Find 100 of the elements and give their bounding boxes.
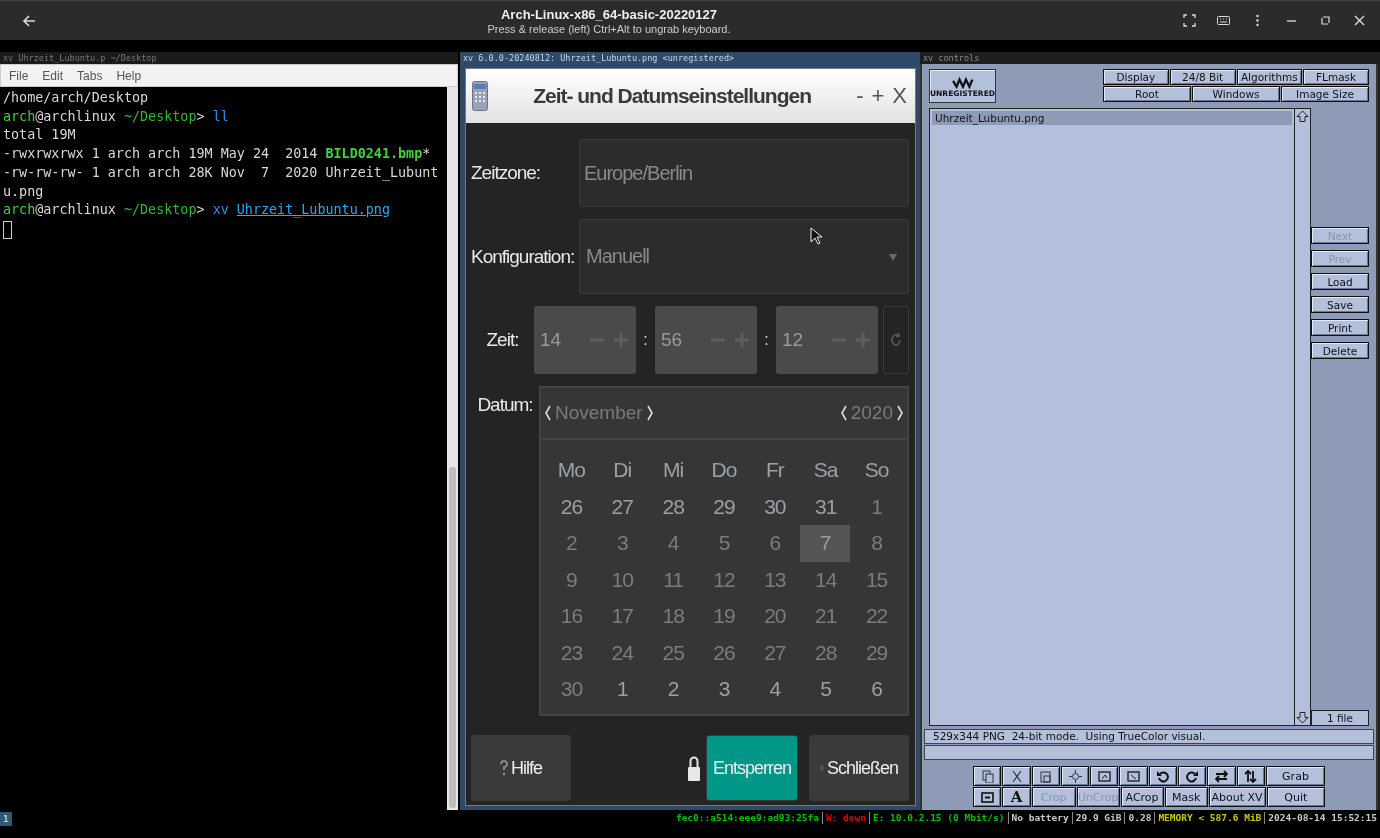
tool-button[interactable] (1148, 766, 1178, 786)
calendar-day[interactable]: 4 (749, 671, 801, 708)
menu-button[interactable]: FLmask (1303, 69, 1369, 85)
menu-item[interactable]: File (9, 68, 29, 83)
calendar-day[interactable]: 6 (749, 525, 801, 562)
calendar-day[interactable]: 17 (596, 598, 648, 635)
scrollbar-thumb[interactable] (449, 467, 456, 808)
calendar-day[interactable]: 9 (546, 561, 597, 598)
menu-button[interactable]: 24/8 Bit (1169, 69, 1236, 85)
tool-button[interactable] (1090, 766, 1119, 786)
calendar-day[interactable]: 5 (800, 671, 852, 708)
calendar-day[interactable]: 31 (800, 488, 852, 525)
calendar-day[interactable]: 26 (698, 634, 750, 671)
calendar-day[interactable]: 29 (698, 488, 750, 525)
menu-item[interactable]: Help (116, 68, 142, 83)
side-button[interactable]: Save (1311, 296, 1369, 313)
tool-button[interactable]: ACrop (1120, 787, 1164, 807)
calendar-day[interactable]: 20 (749, 598, 801, 635)
calendar-day[interactable]: 28 (800, 634, 852, 671)
calendar-day[interactable]: 3 (698, 671, 750, 708)
calendar-day[interactable]: 30 (749, 488, 801, 525)
calendar-day[interactable]: 16 (546, 598, 597, 635)
menu-button[interactable]: Windows (1192, 86, 1280, 102)
calendar-day[interactable]: 29 (851, 634, 902, 671)
help-button[interactable]: Hilfe (471, 735, 571, 801)
calendar-day[interactable]: 4 (647, 525, 699, 562)
close-button[interactable]: Schließen (809, 735, 909, 801)
calendar-day[interactable]: 25 (647, 634, 699, 671)
tool-button[interactable] (973, 766, 1002, 786)
side-button[interactable]: Delete (1311, 342, 1369, 359)
menu-item[interactable]: Tabs (77, 68, 103, 83)
calendar-day[interactable]: 10 (596, 561, 648, 598)
tool-button[interactable]: Grab (1265, 766, 1325, 786)
calendar-day[interactable]: 14 (800, 561, 852, 598)
status-item: E: 10.0.2.15 (0 Mbit/s) (868, 812, 1008, 824)
month-label[interactable]: November (555, 402, 643, 424)
tool-button[interactable] (1178, 766, 1207, 786)
configuration-dropdown[interactable]: Manuell (579, 219, 909, 294)
side-button[interactable]: Load (1311, 273, 1369, 290)
menu-button[interactable]: Algorithms (1236, 69, 1303, 85)
time-spinbox[interactable]: 14 (534, 306, 636, 374)
tool-button[interactable]: Mask (1164, 787, 1208, 807)
calendar-day[interactable]: 7 (800, 525, 851, 562)
window-control[interactable]: - (856, 83, 864, 109)
calendar-day[interactable]: 15 (851, 561, 902, 598)
calendar-day[interactable]: 1 (596, 671, 648, 708)
tool-button[interactable] (1119, 766, 1148, 786)
calendar-day[interactable]: 5 (698, 525, 750, 562)
menu-button[interactable]: Root (1103, 86, 1191, 102)
calendar-day[interactable]: 2 (647, 671, 699, 708)
side-button[interactable]: Print (1311, 319, 1369, 336)
window-control[interactable]: X (892, 83, 907, 109)
menu-item[interactable]: Edit (42, 68, 64, 83)
tool-button[interactable] (1002, 766, 1031, 786)
window-control[interactable]: + (871, 83, 885, 109)
menu-button[interactable]: Display (1103, 69, 1169, 85)
calendar-day[interactable]: 2 (546, 525, 597, 562)
timezone-field[interactable]: Europe/Berlin (579, 139, 909, 207)
calendar-day[interactable]: 6 (851, 671, 902, 708)
calendar-day[interactable]: 3 (596, 525, 648, 562)
tool-button[interactable]: Quit (1266, 787, 1325, 807)
calendar-day[interactable]: 19 (698, 598, 750, 635)
calendar-day[interactable]: 21 (800, 598, 852, 635)
calendar-day[interactable]: 26 (546, 488, 597, 525)
weekday-label: So (863, 457, 890, 484)
file-list-item[interactable]: Uhrzeit_Lubuntu.png (932, 111, 1293, 125)
menu-button[interactable]: Image Size (1281, 86, 1369, 102)
year-label[interactable]: 2020 (850, 402, 893, 424)
calendar-day[interactable]: 18 (647, 598, 699, 635)
status-item: 29.9 GiB (1071, 812, 1125, 824)
calendar-day[interactable]: 22 (851, 598, 902, 635)
text-cursor (3, 220, 12, 239)
scrollbar[interactable] (447, 87, 458, 810)
text-tool-button[interactable]: A (1002, 787, 1031, 807)
minimize-icon (1284, 19, 1298, 22)
calendar-day[interactable]: 28 (647, 488, 699, 525)
calendar-day[interactable]: 11 (647, 561, 699, 598)
scrollbar[interactable] (1295, 108, 1311, 726)
calendar-day[interactable]: 30 (546, 671, 597, 708)
workspace-indicator[interactable]: 1 (0, 812, 12, 826)
tool-button[interactable] (1236, 766, 1265, 786)
chevron-right-icon (897, 405, 904, 421)
tool-button[interactable]: About XV (1208, 787, 1266, 807)
calendar-day[interactable]: 27 (596, 488, 648, 525)
calendar-day[interactable]: 1 (851, 488, 902, 525)
calendar-day[interactable]: 12 (698, 561, 750, 598)
calendar-day[interactable]: 24 (596, 634, 648, 671)
calendar-day[interactable]: 27 (749, 634, 801, 671)
calendar-day[interactable]: 8 (851, 525, 902, 562)
unlock-button[interactable]: Entsperren (706, 735, 798, 801)
time-spinbox[interactable]: 12 (776, 306, 878, 374)
fullscreen-icon (1182, 14, 1196, 27)
time-spinbox[interactable]: 56 (655, 306, 757, 374)
calendar-day[interactable]: 23 (546, 634, 597, 671)
question-icon (500, 760, 508, 776)
tool-button[interactable] (1060, 766, 1090, 786)
tool-button[interactable] (1031, 766, 1060, 786)
tool-button[interactable] (973, 787, 1002, 807)
calendar-day[interactable]: 13 (749, 561, 801, 598)
tool-button[interactable] (1207, 766, 1236, 786)
